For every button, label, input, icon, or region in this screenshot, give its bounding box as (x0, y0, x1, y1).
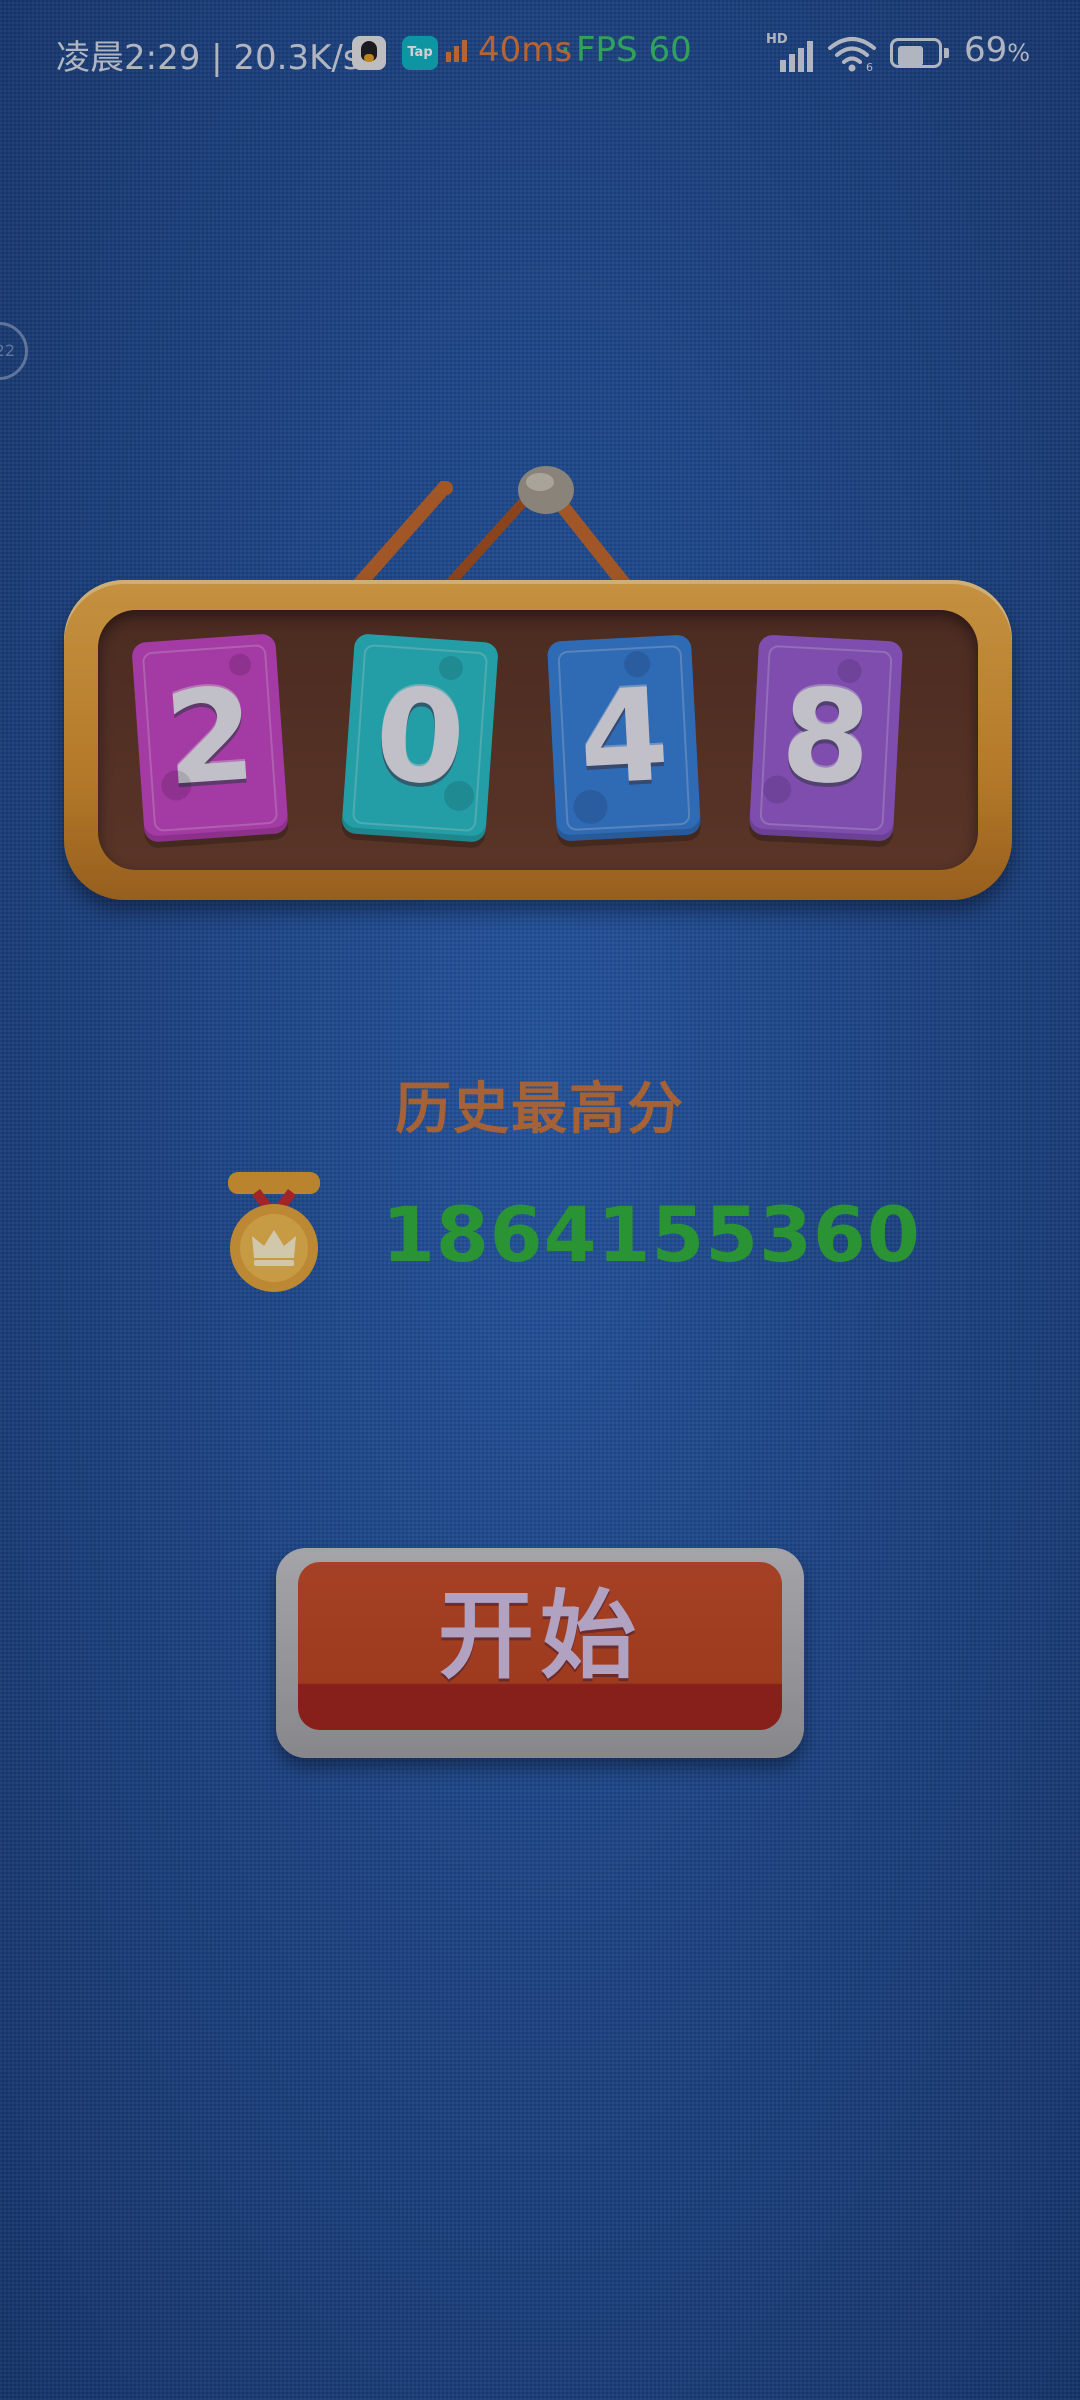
start-button[interactable]: 开始 (276, 1548, 804, 1758)
logo-tile-8: 8 (748, 634, 904, 842)
logo-tile-digit: 8 (777, 660, 875, 815)
logo-tile-2: 2 (131, 633, 289, 843)
cellular-signal-icon: HD (766, 32, 816, 72)
wifi-band-label: 6 (866, 61, 873, 72)
game-logo-sign: 2 0 4 8 (64, 460, 1012, 910)
highscore-title: 历史最高分 (395, 1077, 685, 1142)
tap-icon: Tap (402, 36, 438, 70)
battery-percent: 69% (964, 30, 1030, 70)
highscore-value: 1864155360 (382, 1190, 921, 1279)
start-button-label: 开始 (438, 1580, 642, 1692)
qq-icon (352, 36, 386, 70)
battery-icon (890, 38, 950, 70)
latency-signal-icon (446, 38, 468, 62)
game-screen: 凌晨2:29 | 20.3K/s Tap 40ms · FPS 60 HD 6 … (0, 0, 1080, 2400)
sign-inner-panel: 2 0 4 8 (98, 610, 978, 870)
status-time-network: 凌晨2:29 | 20.3K/s (56, 38, 361, 78)
sign-rope-icon (347, 466, 636, 597)
wifi-icon: 6 (828, 37, 876, 72)
battery-percent-value: 69 (964, 30, 1008, 70)
logo-tile-4: 4 (546, 634, 702, 842)
cellular-hd-label: HD (766, 32, 788, 47)
status-separator: · (560, 30, 571, 70)
status-bar: 凌晨2:29 | 20.3K/s Tap 40ms · FPS 60 HD 6 … (0, 0, 1080, 110)
status-ping: 40ms (478, 30, 573, 70)
sign-board: 2 0 4 8 (64, 580, 1012, 900)
battery-percent-unit: % (1007, 39, 1031, 67)
medal-crown-icon (228, 1172, 320, 1292)
logo-tile-0: 0 (341, 633, 499, 843)
status-fps: FPS 60 (576, 30, 692, 70)
start-button-face[interactable]: 开始 (298, 1562, 782, 1730)
floating-assistant-ball[interactable]: 22 (0, 322, 28, 380)
